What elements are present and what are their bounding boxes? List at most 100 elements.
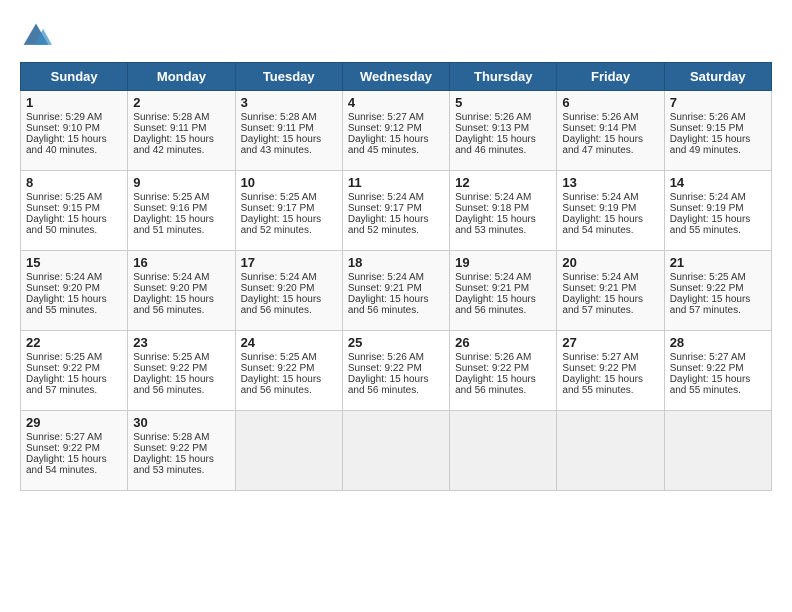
day-info-line: Daylight: 15 hours <box>455 294 551 305</box>
day-info-line: Sunset: 9:10 PM <box>26 123 122 134</box>
day-info-line: Sunset: 9:22 PM <box>133 443 229 454</box>
day-info-line: and 43 minutes. <box>241 145 337 156</box>
day-info-line: Sunrise: 5:25 AM <box>26 352 122 363</box>
day-info-line: Sunset: 9:17 PM <box>241 203 337 214</box>
day-number: 28 <box>670 335 766 350</box>
day-info-line: Daylight: 15 hours <box>241 294 337 305</box>
day-info-line: and 56 minutes. <box>348 305 444 316</box>
day-number: 4 <box>348 95 444 110</box>
day-info-line: and 53 minutes. <box>455 225 551 236</box>
day-info-line: Sunrise: 5:24 AM <box>562 192 658 203</box>
day-info-line: Sunset: 9:22 PM <box>26 363 122 374</box>
calendar-cell: 5Sunrise: 5:26 AMSunset: 9:13 PMDaylight… <box>450 91 557 171</box>
calendar-cell: 16Sunrise: 5:24 AMSunset: 9:20 PMDayligh… <box>128 251 235 331</box>
day-info-line: and 56 minutes. <box>133 385 229 396</box>
day-info-line: and 55 minutes. <box>670 385 766 396</box>
calendar-cell <box>557 411 664 491</box>
day-info-line: and 56 minutes. <box>241 305 337 316</box>
day-info-line: and 46 minutes. <box>455 145 551 156</box>
day-info-line: Sunset: 9:22 PM <box>670 363 766 374</box>
day-info-line: Sunrise: 5:26 AM <box>562 112 658 123</box>
day-info-line: and 57 minutes. <box>26 385 122 396</box>
day-info-line: Daylight: 15 hours <box>26 214 122 225</box>
day-info-line: Sunset: 9:13 PM <box>455 123 551 134</box>
day-number: 25 <box>348 335 444 350</box>
day-info-line: Sunrise: 5:27 AM <box>348 112 444 123</box>
day-info-line: Daylight: 15 hours <box>562 294 658 305</box>
day-info-line: Daylight: 15 hours <box>348 214 444 225</box>
calendar-cell: 28Sunrise: 5:27 AMSunset: 9:22 PMDayligh… <box>664 331 771 411</box>
day-info-line: Daylight: 15 hours <box>455 134 551 145</box>
day-info-line: Daylight: 15 hours <box>670 214 766 225</box>
day-info-line: Daylight: 15 hours <box>348 374 444 385</box>
day-info-line: Sunrise: 5:27 AM <box>670 352 766 363</box>
col-header-wednesday: Wednesday <box>342 63 449 91</box>
calendar-table: SundayMondayTuesdayWednesdayThursdayFrid… <box>20 62 772 491</box>
day-info-line: and 55 minutes. <box>562 385 658 396</box>
day-info-line: Sunrise: 5:26 AM <box>455 112 551 123</box>
day-number: 21 <box>670 255 766 270</box>
week-row-3: 15Sunrise: 5:24 AMSunset: 9:20 PMDayligh… <box>21 251 772 331</box>
day-info-line: Sunrise: 5:28 AM <box>241 112 337 123</box>
calendar-cell: 1Sunrise: 5:29 AMSunset: 9:10 PMDaylight… <box>21 91 128 171</box>
calendar-cell: 12Sunrise: 5:24 AMSunset: 9:18 PMDayligh… <box>450 171 557 251</box>
day-info-line: Sunset: 9:20 PM <box>26 283 122 294</box>
day-info-line: Sunset: 9:18 PM <box>455 203 551 214</box>
day-info-line: Sunset: 9:11 PM <box>241 123 337 134</box>
day-number: 7 <box>670 95 766 110</box>
day-info-line: and 40 minutes. <box>26 145 122 156</box>
day-info-line: Sunset: 9:19 PM <box>562 203 658 214</box>
calendar-cell: 18Sunrise: 5:24 AMSunset: 9:21 PMDayligh… <box>342 251 449 331</box>
day-info-line: Sunrise: 5:26 AM <box>670 112 766 123</box>
day-number: 10 <box>241 175 337 190</box>
day-number: 13 <box>562 175 658 190</box>
day-number: 11 <box>348 175 444 190</box>
week-row-2: 8Sunrise: 5:25 AMSunset: 9:15 PMDaylight… <box>21 171 772 251</box>
day-info-line: Sunrise: 5:24 AM <box>26 272 122 283</box>
calendar-cell: 9Sunrise: 5:25 AMSunset: 9:16 PMDaylight… <box>128 171 235 251</box>
day-info-line: Sunset: 9:22 PM <box>241 363 337 374</box>
day-info-line: Sunrise: 5:29 AM <box>26 112 122 123</box>
logo <box>20 20 58 52</box>
day-info-line: Sunrise: 5:24 AM <box>562 272 658 283</box>
col-header-saturday: Saturday <box>664 63 771 91</box>
week-row-4: 22Sunrise: 5:25 AMSunset: 9:22 PMDayligh… <box>21 331 772 411</box>
calendar-cell: 22Sunrise: 5:25 AMSunset: 9:22 PMDayligh… <box>21 331 128 411</box>
day-number: 1 <box>26 95 122 110</box>
day-info-line: Daylight: 15 hours <box>26 374 122 385</box>
calendar-cell: 26Sunrise: 5:26 AMSunset: 9:22 PMDayligh… <box>450 331 557 411</box>
calendar-cell <box>342 411 449 491</box>
day-info-line: Daylight: 15 hours <box>348 294 444 305</box>
day-info-line: Sunset: 9:21 PM <box>348 283 444 294</box>
day-info-line: Daylight: 15 hours <box>670 134 766 145</box>
day-info-line: and 56 minutes. <box>455 385 551 396</box>
day-info-line: Sunset: 9:17 PM <box>348 203 444 214</box>
day-info-line: Daylight: 15 hours <box>133 374 229 385</box>
day-info-line: Sunset: 9:22 PM <box>348 363 444 374</box>
day-info-line: Sunset: 9:11 PM <box>133 123 229 134</box>
calendar-cell: 14Sunrise: 5:24 AMSunset: 9:19 PMDayligh… <box>664 171 771 251</box>
day-info-line: and 50 minutes. <box>26 225 122 236</box>
day-info-line: Daylight: 15 hours <box>133 134 229 145</box>
day-info-line: Sunrise: 5:25 AM <box>133 192 229 203</box>
calendar-cell: 30Sunrise: 5:28 AMSunset: 9:22 PMDayligh… <box>128 411 235 491</box>
calendar-cell <box>664 411 771 491</box>
calendar-cell: 29Sunrise: 5:27 AMSunset: 9:22 PMDayligh… <box>21 411 128 491</box>
day-info-line: Sunrise: 5:24 AM <box>455 192 551 203</box>
day-number: 15 <box>26 255 122 270</box>
week-row-5: 29Sunrise: 5:27 AMSunset: 9:22 PMDayligh… <box>21 411 772 491</box>
day-info-line: Daylight: 15 hours <box>133 294 229 305</box>
day-info-line: Sunrise: 5:25 AM <box>670 272 766 283</box>
day-info-line: Sunset: 9:22 PM <box>455 363 551 374</box>
calendar-cell: 4Sunrise: 5:27 AMSunset: 9:12 PMDaylight… <box>342 91 449 171</box>
day-info-line: and 45 minutes. <box>348 145 444 156</box>
day-number: 26 <box>455 335 551 350</box>
day-info-line: Daylight: 15 hours <box>26 294 122 305</box>
calendar-cell: 25Sunrise: 5:26 AMSunset: 9:22 PMDayligh… <box>342 331 449 411</box>
day-info-line: and 56 minutes. <box>348 385 444 396</box>
day-info-line: Daylight: 15 hours <box>26 454 122 465</box>
day-info-line: Sunset: 9:19 PM <box>670 203 766 214</box>
day-number: 23 <box>133 335 229 350</box>
day-info-line: and 54 minutes. <box>26 465 122 476</box>
day-info-line: Daylight: 15 hours <box>670 294 766 305</box>
